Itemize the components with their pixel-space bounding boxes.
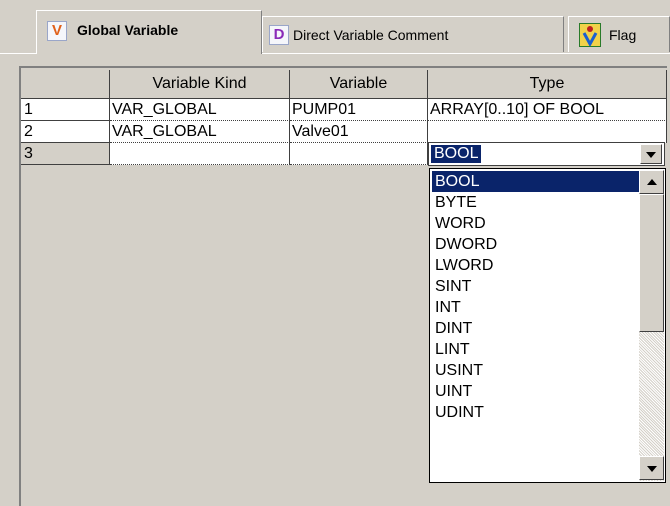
row-number[interactable]: 2 xyxy=(21,121,110,143)
dropdown-option[interactable]: LWORD xyxy=(432,255,660,276)
tab-label: Direct Variable Comment xyxy=(293,27,449,43)
cell-variable[interactable] xyxy=(290,143,428,165)
tab-global-variable[interactable]: V Global Variable xyxy=(36,10,262,54)
scroll-down-button[interactable] xyxy=(639,456,664,480)
dropdown-option[interactable]: DINT xyxy=(432,318,660,339)
chevron-down-icon xyxy=(646,152,656,158)
type-dropdown-list[interactable]: BOOL BYTE WORD DWORD LWORD SINT INT DINT… xyxy=(429,168,666,483)
direct-variable-icon: D xyxy=(269,25,289,45)
chevron-up-icon xyxy=(647,179,657,185)
dropdown-option[interactable]: INT xyxy=(432,297,660,318)
scroll-up-button[interactable] xyxy=(639,170,664,194)
column-header-type[interactable]: Type xyxy=(428,70,667,99)
dropdown-option[interactable]: UDINT xyxy=(432,402,660,423)
row-number[interactable]: 3 xyxy=(21,143,110,165)
type-combo-box[interactable]: BOOL xyxy=(428,142,665,166)
cell-type[interactable] xyxy=(428,121,667,143)
dropdown-option[interactable]: UINT xyxy=(432,381,660,402)
cell-variable[interactable]: PUMP01 xyxy=(290,99,428,121)
dropdown-option[interactable]: WORD xyxy=(432,213,660,234)
scrollbar-thumb[interactable] xyxy=(639,194,664,332)
dropdown-option[interactable]: SINT xyxy=(432,276,660,297)
dropdown-button[interactable] xyxy=(640,144,662,164)
dropdown-option[interactable]: DWORD xyxy=(432,234,660,255)
column-header-variable-kind[interactable]: Variable Kind xyxy=(110,70,290,99)
dropdown-option[interactable]: USINT xyxy=(432,360,660,381)
flag-icon xyxy=(579,23,601,47)
tab-direct-variable-comment[interactable]: D Direct Variable Comment xyxy=(262,16,564,52)
corner-header xyxy=(21,70,110,99)
cell-variable[interactable]: Valve01 xyxy=(290,121,428,143)
cell-variable-kind[interactable]: VAR_GLOBAL xyxy=(110,99,290,121)
dropdown-option[interactable]: BOOL xyxy=(432,171,658,192)
tab-flag[interactable]: Flag xyxy=(568,16,670,52)
row-number[interactable]: 1 xyxy=(21,99,110,121)
global-variable-icon: V xyxy=(47,21,67,41)
tab-bar: V Global Variable D Direct Variable Comm… xyxy=(0,0,670,60)
dropdown-option[interactable]: BYTE xyxy=(432,192,660,213)
dropdown-option[interactable]: LINT xyxy=(432,339,660,360)
type-combo-value[interactable]: BOOL xyxy=(431,145,482,163)
chevron-down-icon xyxy=(647,466,657,472)
cell-variable-kind[interactable] xyxy=(110,143,290,165)
cell-variable-kind[interactable]: VAR_GLOBAL xyxy=(110,121,290,143)
cell-type[interactable]: ARRAY[0..10] OF BOOL xyxy=(428,99,667,121)
column-header-variable[interactable]: Variable xyxy=(290,70,428,99)
tab-label: Global Variable xyxy=(77,22,179,38)
tab-label: Flag xyxy=(609,27,637,43)
